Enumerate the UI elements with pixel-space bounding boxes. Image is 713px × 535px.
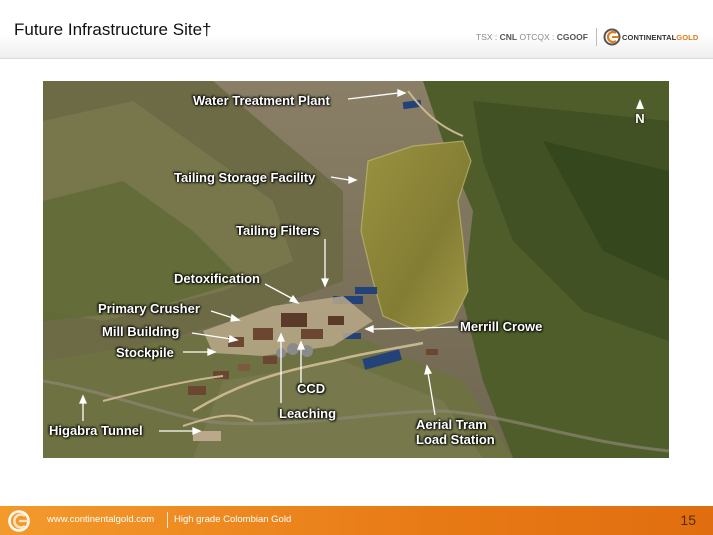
label-aerial-tram: Aerial Tram	[416, 417, 487, 432]
company-logo: CONTINENTALGOLD	[603, 27, 698, 47]
tsx-label: TSX :	[476, 32, 500, 42]
label-detoxification: Detoxification	[174, 271, 260, 286]
label-tailing-filters: Tailing Filters	[236, 223, 320, 238]
stock-tickers: TSX : CNL OTCQX : CGOOF	[476, 32, 588, 42]
label-load-station: Load Station	[416, 432, 495, 447]
label-stockpile: Stockpile	[116, 345, 174, 360]
footer-divider	[167, 512, 168, 528]
footer-logo-icon	[8, 510, 30, 532]
logo-word-continental: CONTINENTAL	[622, 32, 677, 42]
north-label: N	[635, 111, 645, 126]
north-arrow-icon	[636, 99, 644, 109]
footer-tagline: High grade Colombian Gold	[174, 514, 292, 525]
logo-word-gold: GOLD	[676, 32, 699, 42]
label-ccd: CCD	[297, 381, 326, 396]
otc-symbol: CGOOF	[556, 32, 588, 42]
label-leaching: Leaching	[279, 406, 337, 421]
website-link[interactable]: www.continentalgold.com	[47, 514, 154, 525]
otc-label: OTCQX :	[517, 32, 557, 42]
label-merrill-crowe: Merrill Crowe	[460, 319, 543, 334]
label-mill-building: Mill Building	[102, 324, 180, 339]
north-arrow: N	[633, 99, 647, 126]
page-number: 15	[680, 512, 696, 528]
slide-title: Future Infrastructure Site†	[14, 20, 212, 39]
logo-icon	[603, 28, 621, 46]
label-tailing-storage-facility: Tailing Storage Facility	[174, 170, 316, 185]
label-primary-crusher: Primary Crusher	[98, 301, 200, 316]
label-higabra-tunnel: Higabra Tunnel	[49, 423, 143, 438]
terrain-illustration	[43, 81, 669, 458]
slide-header: Future Infrastructure Site† TSX : CNL OT…	[0, 0, 713, 59]
site-map-image: N Water Treatment Plant Tailing Storage …	[43, 81, 669, 458]
header-divider	[596, 28, 597, 46]
label-water-treatment-plant: Water Treatment Plant	[193, 93, 330, 108]
tsx-symbol: CNL	[499, 32, 518, 42]
slide-footer: www.continentalgold.com High grade Colom…	[0, 506, 713, 535]
